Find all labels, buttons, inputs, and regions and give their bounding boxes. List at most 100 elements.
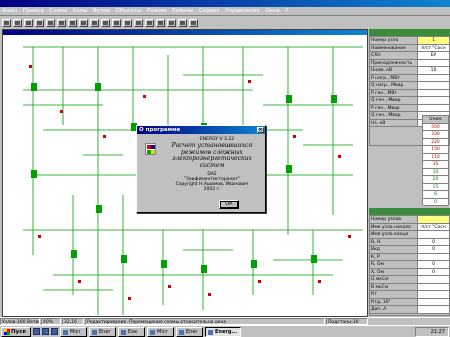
node-prop-row: Uном, кВ 10	[370, 67, 449, 75]
branch-prop-value-field[interactable]	[418, 276, 449, 283]
menu-regions[interactable]: Районы	[172, 8, 194, 15]
node-prop-label: Наименование	[370, 44, 418, 51]
copy-icon[interactable]	[57, 18, 66, 27]
zoom-in-icon[interactable]	[79, 18, 88, 27]
branch-prop-value-field[interactable]: п/ст "Сосн	[418, 223, 449, 230]
quicklaunch-app-icon[interactable]	[51, 328, 58, 335]
task-button-active[interactable]: Energ...	[205, 326, 241, 337]
branch-prop-row: В, Н0	[370, 238, 449, 246]
menu-mode[interactable]: Режим	[147, 8, 166, 15]
print-icon[interactable]	[35, 18, 44, 27]
branch-icon[interactable]	[123, 18, 132, 27]
task-button[interactable]: Exe	[118, 326, 145, 337]
voltage-value-item[interactable]: 500	[423, 123, 448, 131]
node-prop-value-field[interactable]: 1	[418, 37, 449, 44]
branch-prop-value-field[interactable]	[418, 306, 449, 313]
voltage-value-item[interactable]: 10	[423, 168, 448, 176]
task-button[interactable]: Micr	[60, 326, 87, 337]
zoom-out-icon[interactable]	[90, 18, 99, 27]
start-button[interactable]: Пуск	[1, 326, 31, 337]
node-prop-label: Q ген., Мвар	[370, 112, 418, 119]
help-icon[interactable]	[189, 18, 198, 27]
node-prop-row: Q ген., Мвар	[370, 97, 449, 105]
program-description: Расчет установившихся режимов сложных эл…	[171, 142, 253, 169]
node-prop-value-field[interactable]: 10	[418, 67, 449, 74]
voltage-value-item[interactable]: 20	[423, 176, 448, 184]
voltage-values-list[interactable]: Uном 500 330 220 150 110 35 10 20 15 6 0	[422, 115, 449, 206]
grid-icon[interactable]	[101, 18, 110, 27]
node-panel-header	[369, 29, 450, 36]
voltage-value-item[interactable]: 110	[423, 153, 448, 161]
voltage-value-item[interactable]: 150	[423, 146, 448, 154]
node-prop-label: Номер узла	[370, 37, 418, 44]
close-icon[interactable]: ×	[257, 127, 264, 133]
paste-icon[interactable]	[68, 18, 77, 27]
menu-help[interactable]: ?	[286, 8, 289, 15]
branch-prop-value-field[interactable]: 0	[418, 238, 449, 245]
task-button[interactable]: Ener	[89, 326, 116, 337]
menu-edit[interactable]: Правка	[23, 8, 44, 15]
save-icon[interactable]	[24, 18, 33, 27]
ok-button[interactable]: ОК	[219, 200, 239, 209]
voltage-value-item[interactable]: 15	[423, 183, 448, 191]
table-icon[interactable]	[145, 18, 154, 27]
node-prop-value-field[interactable]	[418, 74, 449, 81]
node-prop-value-field[interactable]	[418, 104, 449, 111]
calc-icon[interactable]	[134, 18, 143, 27]
chart-icon[interactable]	[156, 18, 165, 27]
new-icon[interactable]	[2, 18, 11, 27]
branch-prop-value-field[interactable]	[418, 253, 449, 260]
status-zoom: 40%	[41, 318, 61, 325]
branch-prop-value-field[interactable]: 0	[418, 261, 449, 268]
settings-icon[interactable]	[167, 18, 176, 27]
node-prop-row: P нагр., МВт	[370, 74, 449, 82]
task-button[interactable]: Micr	[147, 326, 174, 337]
branch-prop-label: В, Н	[370, 238, 418, 245]
menu-windows[interactable]: Окна	[265, 8, 280, 15]
quicklaunch-desktop-icon[interactable]	[33, 328, 40, 335]
voltage-value-item[interactable]: 330	[423, 131, 448, 139]
menu-branches[interactable]: Ветви	[93, 8, 110, 15]
quicklaunch-browser-icon[interactable]	[42, 328, 49, 335]
node-prop-value-field[interactable]	[418, 59, 449, 66]
branch-prop-value-field[interactable]	[418, 291, 449, 298]
open-icon[interactable]	[13, 18, 22, 27]
menu-objects[interactable]: Объекты	[115, 8, 141, 15]
node-prop-value-field[interactable]	[418, 97, 449, 104]
branch-prop-row: Доп. А	[370, 306, 449, 314]
task-button[interactable]: Ener	[176, 326, 203, 337]
node-prop-value-field[interactable]	[418, 89, 449, 96]
node-prop-row: Номер узла 1	[370, 37, 449, 45]
branch-prop-value-field[interactable]: 0	[418, 246, 449, 253]
branch-prop-label: Номер узлов	[370, 216, 418, 223]
node-prop-label: Принадлежность	[370, 59, 418, 66]
branch-prop-label: Имя узла начала	[370, 223, 418, 230]
menu-nodes[interactable]: Узлы	[73, 8, 87, 15]
branch-prop-row: Х, Ом 0	[370, 268, 449, 276]
node-prop-label: Uном, кВ	[370, 67, 418, 74]
node-icon[interactable]	[112, 18, 121, 27]
menu-control[interactable]: Управление	[225, 8, 260, 15]
branch-prop-value-field[interactable]: 0	[418, 268, 449, 275]
node-prop-value-field[interactable]: БУ	[418, 52, 449, 59]
node-prop-value-field[interactable]: п/ст "Сосн	[418, 44, 449, 51]
voltage-value-item[interactable]: 6	[423, 191, 448, 199]
branch-prop-value-field[interactable]	[418, 283, 449, 290]
node-prop-value-field[interactable]	[418, 82, 449, 89]
voltage-value-item[interactable]: 35	[423, 161, 448, 169]
window-icon[interactable]	[178, 18, 187, 27]
cut-icon[interactable]	[46, 18, 55, 27]
branch-prop-row: R, Ом 0	[370, 261, 449, 269]
node-prop-label: Q нагр., Мвар	[370, 82, 418, 89]
branch-prop-value-field[interactable]	[418, 298, 449, 305]
menu-service[interactable]: Сервис	[199, 8, 220, 15]
voltage-value-item[interactable]: 0	[423, 198, 448, 206]
branch-prop-value-field[interactable]	[418, 231, 449, 238]
branch-prop-value-field[interactable]	[418, 216, 449, 223]
menu-scheme[interactable]: Схема	[49, 8, 67, 15]
voltage-value-item[interactable]: 220	[423, 138, 448, 146]
menu-file[interactable]: Файл	[2, 8, 17, 15]
app-logo-icon	[145, 143, 156, 155]
title-bar	[0, 0, 450, 7]
status-hint: Редактирование. Перемещение схемы относи…	[85, 318, 325, 325]
